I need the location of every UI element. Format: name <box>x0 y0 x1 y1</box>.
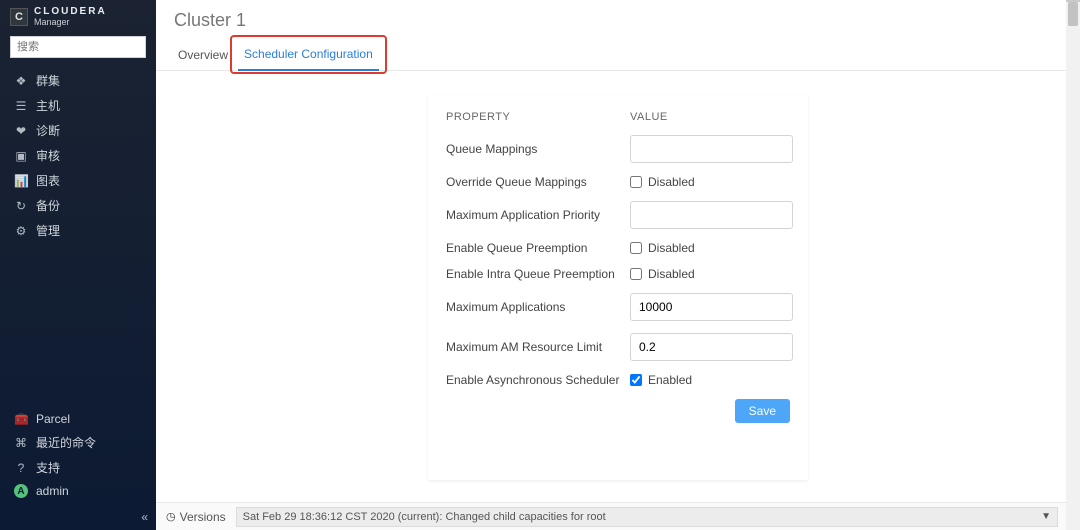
row-async-scheduler: Enable Asynchronous Scheduler Enabled <box>446 373 790 387</box>
chart-icon: 📊 <box>14 174 28 188</box>
sidebar-item-parcel[interactable]: 🧰 Parcel <box>0 408 156 430</box>
sidebar-item-label: 审核 <box>36 147 60 164</box>
brand-line2: Manager <box>34 17 107 28</box>
sidebar-item-admin[interactable]: ⚙ 管理 <box>0 218 156 243</box>
cluster-icon: ❖ <box>14 74 28 88</box>
clock-icon: ◷ <box>166 510 176 523</box>
versions-current: Sat Feb 29 18:36:12 CST 2020 (current): … <box>243 511 606 523</box>
status-async-scheduler: Enabled <box>648 373 692 387</box>
status-enable-intra-queue: Disabled <box>648 267 695 281</box>
label-async-scheduler: Enable Asynchronous Scheduler <box>446 373 630 387</box>
sidebar-item-charts[interactable]: 📊 图表 <box>0 168 156 193</box>
sidebar-item-label: 最近的命令 <box>36 434 96 451</box>
checkbox-override-queue[interactable] <box>630 176 642 188</box>
brand: C CLOUDERA Manager <box>0 0 156 30</box>
audit-icon: ▣ <box>14 149 28 163</box>
checkbox-enable-queue-preemption[interactable] <box>630 242 642 254</box>
checkbox-async-scheduler[interactable] <box>630 374 642 386</box>
status-enable-queue-preemption: Disabled <box>648 241 695 255</box>
sidebar-item-audit[interactable]: ▣ 审核 <box>0 143 156 168</box>
versions-select[interactable]: Sat Feb 29 18:36:12 CST 2020 (current): … <box>236 507 1058 527</box>
column-header-property: PROPERTY <box>446 111 630 123</box>
input-max-app-priority[interactable] <box>630 201 793 229</box>
label-enable-queue-preemption: Enable Queue Preemption <box>446 241 630 255</box>
brand-line1: CLOUDERA <box>34 6 107 17</box>
backup-icon: ↻ <box>14 199 28 213</box>
search-input[interactable] <box>10 36 146 58</box>
gear-icon: ⚙ <box>14 224 28 238</box>
tab-overview[interactable]: Overview <box>172 42 234 70</box>
sidebar-item-user[interactable]: A admin <box>0 480 156 502</box>
brand-text: CLOUDERA Manager <box>34 6 107 28</box>
label-max-applications: Maximum Applications <box>446 300 630 314</box>
row-enable-queue-preemption: Enable Queue Preemption Disabled <box>446 241 790 255</box>
row-enable-intra-queue: Enable Intra Queue Preemption Disabled <box>446 267 790 281</box>
heartbeat-icon: ❤ <box>14 124 28 138</box>
sidebar-item-label: 诊断 <box>36 122 60 139</box>
sidebar-item-label: 管理 <box>36 222 60 239</box>
tab-scheduler-label: Scheduler Configuration <box>244 47 373 61</box>
commands-icon: ⌘ <box>14 436 28 450</box>
row-max-app-priority: Maximum Application Priority <box>446 201 790 229</box>
avatar: A <box>14 484 28 498</box>
help-icon: ? <box>14 461 28 475</box>
column-header-value: VALUE <box>630 111 790 123</box>
input-max-am-limit[interactable] <box>630 333 793 361</box>
sidebar-user-name: admin <box>36 484 69 498</box>
tabs: Overview Scheduler Configuration <box>156 31 1080 71</box>
sidebar-item-label: 图表 <box>36 172 60 189</box>
sidebar-item-hosts[interactable]: ☰ 主机 <box>0 93 156 118</box>
sidebar-item-recent-commands[interactable]: ⌘ 最近的命令 <box>0 430 156 455</box>
sidebar-item-label: 支持 <box>36 459 60 476</box>
input-queue-mappings[interactable] <box>630 135 793 163</box>
label-max-app-priority: Maximum Application Priority <box>446 208 630 222</box>
scrollbar[interactable] <box>1066 0 1080 530</box>
sidebar-item-diagnostics[interactable]: ❤ 诊断 <box>0 118 156 143</box>
content-area: PROPERTY VALUE Queue Mappings Override Q… <box>156 71 1080 530</box>
label-enable-intra-queue: Enable Intra Queue Preemption <box>446 267 630 281</box>
label-queue-mappings: Queue Mappings <box>446 142 630 156</box>
sidebar-item-label: 主机 <box>36 97 60 114</box>
sidebar-item-backup[interactable]: ↻ 备份 <box>0 193 156 218</box>
sidebar-item-label: 群集 <box>36 72 60 89</box>
save-bar: Save <box>446 399 790 423</box>
brand-badge: C <box>10 8 28 26</box>
versions-text: Versions <box>180 510 226 524</box>
row-override-queue-mappings: Override Queue Mappings Disabled <box>446 175 790 189</box>
hosts-icon: ☰ <box>14 99 28 113</box>
sidebar-item-clusters[interactable]: ❖ 群集 <box>0 68 156 93</box>
sidebar-item-label: 备份 <box>36 197 60 214</box>
page-title: Cluster 1 <box>156 0 1080 31</box>
sidebar-item-label: Parcel <box>36 412 70 426</box>
input-max-applications[interactable] <box>630 293 793 321</box>
main: Cluster 1 Overview Scheduler Configurati… <box>156 0 1080 530</box>
sidebar: C CLOUDERA Manager ❖ 群集 ☰ 主机 ❤ 诊断 ▣ <box>0 0 156 530</box>
status-override-queue: Disabled <box>648 175 695 189</box>
parcel-icon: 🧰 <box>14 412 28 426</box>
nav-main: ❖ 群集 ☰ 主机 ❤ 诊断 ▣ 审核 📊 图表 ↻ 备份 <box>0 66 156 245</box>
search-wrap <box>0 30 156 66</box>
scheduler-config-panel: PROPERTY VALUE Queue Mappings Override Q… <box>428 95 808 480</box>
row-max-applications: Maximum Applications <box>446 293 790 321</box>
save-button[interactable]: Save <box>735 399 790 423</box>
sidebar-item-support[interactable]: ? 支持 <box>0 455 156 480</box>
caret-down-icon: ▼ <box>1041 511 1051 522</box>
row-max-am-limit: Maximum AM Resource Limit <box>446 333 790 361</box>
checkbox-enable-intra-queue[interactable] <box>630 268 642 280</box>
footer: ◷ Versions Sat Feb 29 18:36:12 CST 2020 … <box>156 502 1066 530</box>
sidebar-collapse[interactable]: « <box>0 504 156 530</box>
tab-scheduler-configuration[interactable]: Scheduler Configuration <box>238 41 379 71</box>
label-override-queue: Override Queue Mappings <box>446 175 630 189</box>
scrollbar-thumb[interactable] <box>1068 2 1078 26</box>
versions-label[interactable]: ◷ Versions <box>156 510 236 524</box>
row-queue-mappings: Queue Mappings <box>446 135 790 163</box>
label-max-am-limit: Maximum AM Resource Limit <box>446 340 630 354</box>
nav-bottom: 🧰 Parcel ⌘ 最近的命令 ? 支持 A admin <box>0 406 156 504</box>
